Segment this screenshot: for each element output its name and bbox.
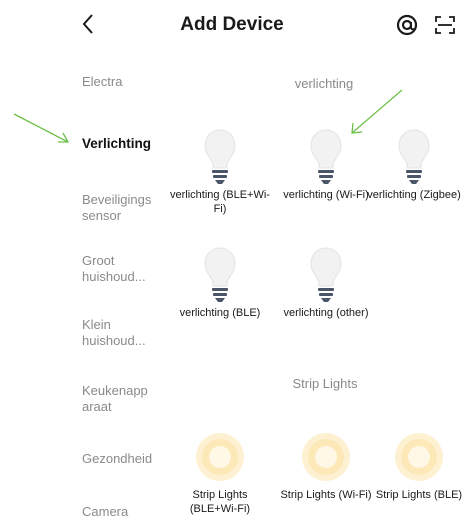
device-strip-lights-ble[interactable]: Strip Lights (BLE) [374,432,464,502]
sidebar-item-electra[interactable]: Electra [82,74,176,90]
section-title-strip-lights: Strip Lights [292,376,358,391]
light-bulb-icon [204,129,236,184]
device-label: verlichting (BLE) [179,307,261,319]
device-verlichting-ble[interactable]: verlichting (BLE) [170,246,270,320]
sidebar-item-beveiligings-sensor[interactable]: Beveiligings sensor [82,192,176,224]
annotation-arrow-right [351,89,403,134]
strip-light-icon [302,433,350,481]
device-label: verlichting (other) [283,307,369,319]
sidebar-item-klein-huishoud[interactable]: Klein huishoud... [82,317,176,349]
sidebar-item-keukenapparaat[interactable]: Keukenapp araat [82,383,176,415]
light-bulb-icon [204,247,236,302]
device-label: Strip Lights (BLE) [375,489,463,501]
device-label: Strip Lights (Wi-Fi) [280,489,372,501]
light-bulb-icon [398,129,430,184]
device-strip-lights-ble-wifi[interactable]: Strip Lights (BLE+Wi-Fi) [170,432,270,516]
device-label: verlichting (BLE+Wi-Fi) [170,189,270,215]
sidebar-item-groot-huishoud[interactable]: Groot huishoud... [82,253,176,285]
scan-icon [435,16,455,34]
sidebar-item-verlichting[interactable]: Verlichting [82,136,176,152]
device-label: verlichting (Zigbee) [367,189,461,201]
at-button[interactable] [394,12,420,38]
section-title-verlichting: verlichting [294,76,354,91]
at-sign-icon [396,14,418,36]
light-bulb-icon [310,129,342,184]
device-label: Strip Lights (BLE+Wi-Fi) [189,489,251,515]
device-verlichting-ble-wifi[interactable]: verlichting (BLE+Wi-Fi) [170,128,270,216]
device-label: verlichting (Wi-Fi) [283,189,369,201]
device-verlichting-other[interactable]: verlichting (other) [276,246,376,320]
category-sidebar: Electra Verlichting Beveiligings sensor … [0,52,176,518]
sidebar-item-camera[interactable]: Camera [82,504,176,518]
light-bulb-icon [310,247,342,302]
strip-light-icon [196,433,244,481]
header-bar: Add Device [0,0,464,52]
scan-button[interactable] [432,12,458,38]
sidebar-item-gezondheid[interactable]: Gezondheid [82,451,176,467]
device-strip-lights-wifi[interactable]: Strip Lights (Wi-Fi) [276,432,376,502]
strip-light-icon [395,433,443,481]
device-verlichting-wifi[interactable]: verlichting (Wi-Fi) [276,128,376,202]
device-verlichting-zigbee[interactable]: verlichting (Zigbee) [364,128,464,202]
